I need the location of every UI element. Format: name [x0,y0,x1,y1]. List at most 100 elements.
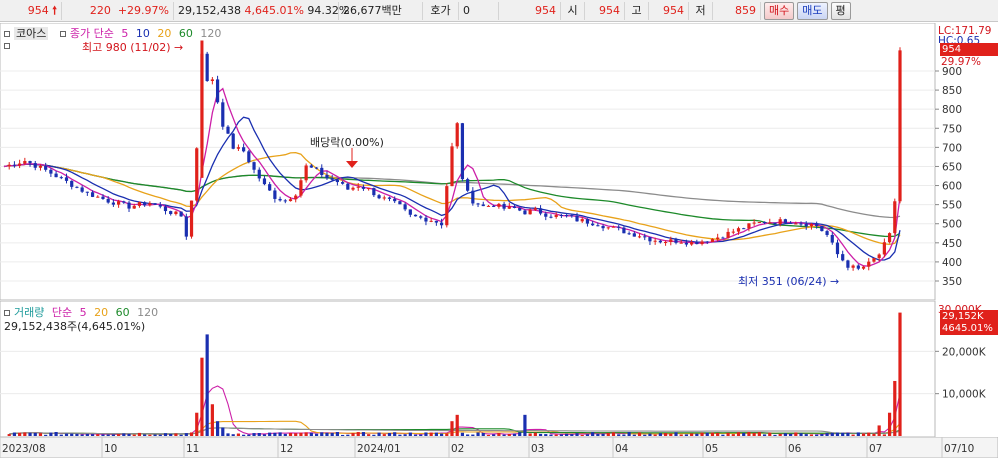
sell-button[interactable]: 매도 [797,1,828,20]
price-tick-label: 350 [942,276,962,288]
volume-bar [262,434,267,436]
volume-bar [700,432,704,436]
volume-bar [533,432,537,436]
avg-button[interactable]: 평 [830,1,851,20]
grid-icon[interactable] [4,43,10,49]
x-axis-label: 10 [104,443,117,455]
candle-body [554,214,558,217]
volume-bar [210,404,214,436]
volume-bar [830,432,834,436]
x-axis-label: 12 [280,443,293,455]
candle-body [247,151,251,163]
volume-bar [580,434,584,436]
candle-body [606,227,610,229]
candle-body [85,191,89,193]
price-tick-label: 700 [942,142,962,154]
high-note: 최고 980 (11/02) → [82,39,183,55]
price-tick-label: 750 [942,123,962,135]
candle-body [283,200,287,202]
volume-bar [591,432,595,436]
candle-body [674,239,678,243]
candle-body [304,165,308,181]
volume-bar [846,432,850,436]
candle-body [856,265,860,269]
low-note: 최저 351 (06/24) → [738,273,839,289]
candle-body [690,242,694,245]
volume-y-ticks: 20,000K 10,000K [935,346,987,401]
volume-bar [7,434,11,436]
volume-bar [325,432,329,436]
candle-body [721,237,725,239]
candle-body [486,205,491,207]
volume-bar [637,432,642,436]
candle-body [288,199,293,202]
change-cell: 220 +29.97% [62,1,174,20]
candle-body [372,188,376,196]
candle-body [565,215,569,217]
volume-bar [648,433,652,436]
candle-body [830,234,834,243]
volume-bar [163,433,168,436]
volume-bar [632,434,636,436]
candle-body [893,201,897,234]
volume-bar [143,434,147,436]
candle-body [106,198,110,203]
price-chart[interactable]: 900850800750700650600550500450400350 [0,23,998,301]
volume-bar [413,434,418,436]
volume-bar [622,434,626,436]
price-tick-label: 800 [942,104,962,116]
candle-body [163,206,168,212]
market-label[interactable]: 코아스 [14,27,49,40]
volume-bar [153,434,157,436]
volume-bar [419,434,423,436]
panel-toggle-icon[interactable] [4,31,10,37]
volume-bar [64,433,69,436]
amount-value: 26,677백만 [343,3,402,17]
candle-body [299,180,303,196]
grid-toggle[interactable] [4,39,14,52]
candle-body [481,204,485,207]
candle-body [153,203,157,205]
volume-bar [736,432,741,436]
candle-body [408,209,412,215]
candle-body [33,163,37,168]
candle-body [523,210,527,215]
candle-body [450,146,454,187]
candle-body [846,260,850,268]
volume-chart[interactable]: 20,000K 10,000K [0,301,998,438]
candle-body [351,187,355,190]
amount-cell: 26,677백만 [339,1,423,20]
volume-bar [231,434,235,436]
volume-bar [75,433,79,436]
candle-body [789,222,793,224]
volume-bar [351,433,355,436]
volume-bar [257,433,261,436]
candle-body [309,165,313,168]
volume-bar [158,434,162,436]
candle-body [632,233,636,237]
volume-bar [445,433,449,436]
x-axis-label: 03 [531,443,544,455]
ma-settings-icon[interactable] [59,31,66,37]
volume-bar [382,434,386,436]
candle-body [783,219,787,223]
volume-bar [471,434,475,436]
volume-bar [523,414,527,436]
candle-body [242,147,246,152]
volume-settings-icon[interactable] [4,310,10,316]
volume-bar [710,432,715,436]
volume-current-pct: 4645.01% [940,322,998,335]
candle-body [695,242,699,245]
buy-button[interactable]: 매수 [764,1,795,20]
volume-bar [288,432,293,436]
candle-body [96,196,100,198]
low-label: 저 [689,1,713,20]
volume-bar [44,434,48,436]
volume-bar [460,432,465,436]
volume-bar [226,433,230,436]
candle-body [80,187,84,192]
volume-bar [424,432,428,436]
candle-body [117,201,121,205]
volume-bar [773,434,777,436]
candle-body [445,186,449,226]
